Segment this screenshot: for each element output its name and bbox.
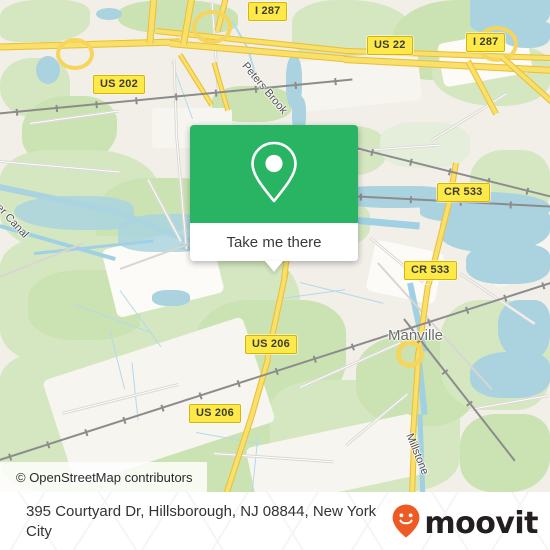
take-me-there-button[interactable]: Take me there xyxy=(190,223,358,272)
osm-attribution[interactable]: © OpenStreetMap contributors xyxy=(0,462,207,492)
road-shield-cr533-south: CR 533 xyxy=(404,261,457,280)
water-label-peters-brook: Peters Brook xyxy=(239,60,290,117)
address-text: 395 Courtyard Dr, Hillsborough, NJ 08844… xyxy=(26,503,377,540)
popup-tail xyxy=(265,261,283,272)
popup-icon-panel xyxy=(190,125,358,223)
road-shield-us22: US 22 xyxy=(367,36,413,55)
moovit-wordmark: moovit xyxy=(424,505,538,541)
moovit-smiley-pin-icon xyxy=(391,503,421,544)
take-me-there-label: Take me there xyxy=(226,233,322,251)
map-canvas[interactable]: I 287 US 22 I 287 US 202 CR 533 CR 533 U… xyxy=(0,0,550,492)
road-shield-us206-north: US 206 xyxy=(245,335,297,354)
osm-attribution-text: © OpenStreetMap contributors xyxy=(16,469,193,485)
road-shield-us202: US 202 xyxy=(93,75,145,94)
location-popup[interactable]: Take me there xyxy=(190,125,358,272)
footer-bar: 395 Courtyard Dr, Hillsborough, NJ 08844… xyxy=(0,492,550,550)
map-pin-icon xyxy=(247,139,301,210)
place-label-manville: Manville xyxy=(388,327,444,344)
moovit-map-screenshot: I 287 US 22 I 287 US 202 CR 533 CR 533 U… xyxy=(0,0,550,550)
road-shield-i287-east: I 287 xyxy=(466,33,506,52)
road-shield-i287-north: I 287 xyxy=(248,2,288,21)
road-shield-us206-south: US 206 xyxy=(189,404,241,423)
road-shield-cr533-north: CR 533 xyxy=(437,183,490,202)
water-label-millstone: Millstone xyxy=(403,431,431,477)
moovit-logo[interactable]: moovit xyxy=(391,502,542,544)
water-label-canal: er Canal xyxy=(0,201,31,241)
